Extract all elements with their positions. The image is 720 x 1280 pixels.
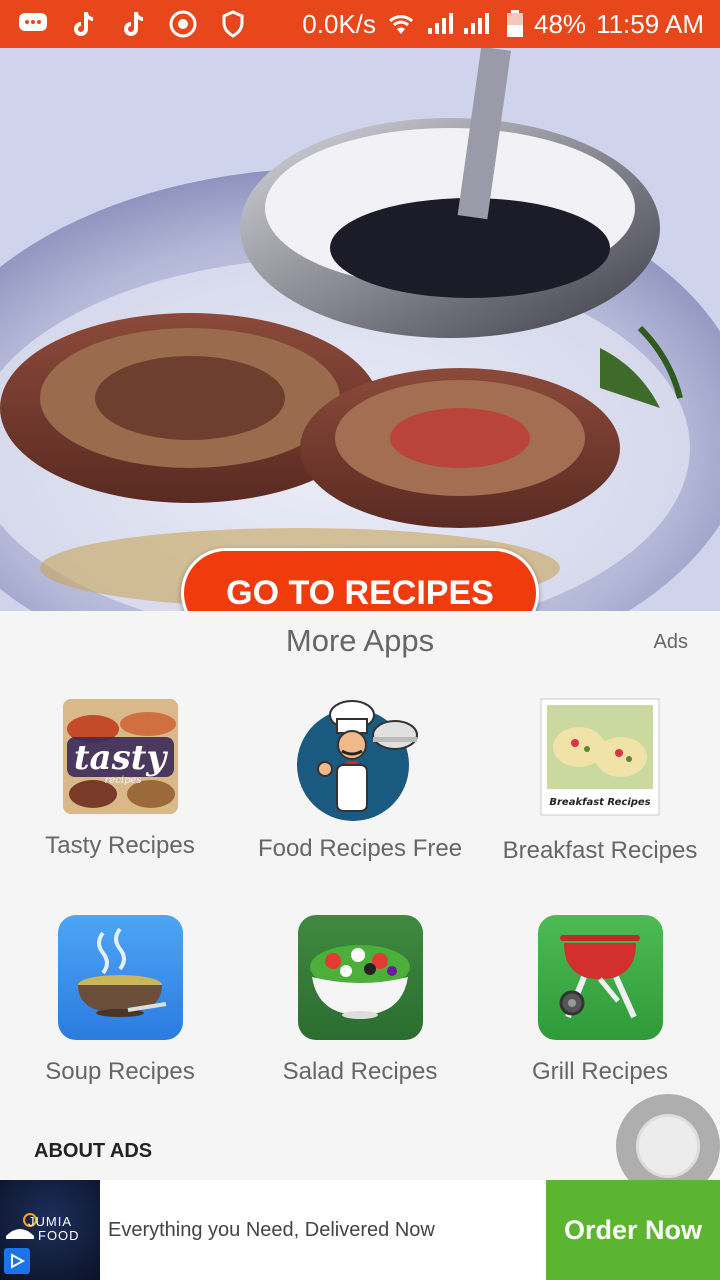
app-soup-recipes[interactable]: Soup Recipes — [0, 915, 240, 1086]
app-label: Food Recipes Free — [257, 835, 463, 862]
floating-button-inner — [636, 1114, 700, 1178]
logo-line1: JUMIA — [28, 1214, 72, 1229]
more-apps-section: More Apps Ads tasty recipes Tasty Recipe… — [0, 611, 720, 1180]
tasty-recipes-icon: tasty recipes — [62, 699, 178, 814]
order-now-button[interactable]: Order Now — [546, 1180, 720, 1280]
salad-bowl-icon — [297, 915, 423, 1040]
app-label: Soup Recipes — [45, 1058, 195, 1085]
app-label: Salad Recipes — [282, 1058, 438, 1085]
food-photo — [0, 48, 720, 611]
app-label: Grill Recipes — [531, 1058, 669, 1085]
app-grill-recipes[interactable]: Grill Recipes — [480, 915, 720, 1086]
signal-icon — [428, 13, 490, 34]
breakfast-recipes-icon: Breakfast Recipes — [539, 697, 661, 817]
app-label: Tasty Recipes — [45, 832, 195, 859]
network-speed: 0.0K/s — [302, 8, 377, 39]
app-salad-recipes[interactable]: Salad Recipes — [240, 915, 480, 1086]
message-icon — [18, 9, 48, 39]
tasty-logo-subtext: recipes — [104, 775, 141, 786]
tiktok-icon — [118, 9, 148, 39]
ad-choices-icon[interactable] — [4, 1248, 30, 1274]
section-title: More Apps — [285, 623, 435, 658]
app-food-recipes-free[interactable]: Food Recipes Free — [240, 693, 480, 863]
wifi-icon — [388, 15, 414, 34]
app-tasty-recipes[interactable]: tasty recipes Tasty Recipes — [0, 699, 240, 860]
grill-icon — [537, 915, 663, 1040]
hero-image: GO TO RECIPES — [0, 48, 720, 611]
jumia-food-logo: JUMIA FOOD — [0, 1180, 100, 1280]
soup-bowl-icon — [57, 915, 183, 1040]
clock: 11:59 AM — [596, 8, 704, 39]
app-breakfast-recipes[interactable]: Breakfast Recipes Breakfast Recipes — [480, 697, 720, 865]
app-label: Breakfast Recipes — [502, 837, 698, 864]
battery-icon — [507, 10, 524, 37]
status-bar: 0.0K/s 48% 11:59 AM — [0, 0, 720, 48]
tiktok-icon — [68, 9, 98, 39]
logo-line2: FOOD — [38, 1228, 80, 1243]
tasty-logo-text: tasty — [73, 738, 168, 778]
shield-icon — [218, 9, 248, 39]
battery-percent: 48% — [534, 8, 587, 39]
ad-text: Everything you Need, Delivered Now — [108, 1218, 435, 1241]
about-ads-link[interactable]: ABOUT ADS — [34, 1140, 152, 1163]
breakfast-icon-text: Breakfast Recipes — [549, 797, 650, 808]
chrome-icon — [168, 9, 198, 39]
chef-icon — [295, 693, 425, 823]
go-to-recipes-button[interactable]: GO TO RECIPES — [181, 548, 539, 611]
ads-label: Ads — [653, 631, 688, 653]
ad-banner[interactable]: JUMIA FOOD Everything you Need, Delivere… — [0, 1180, 720, 1280]
